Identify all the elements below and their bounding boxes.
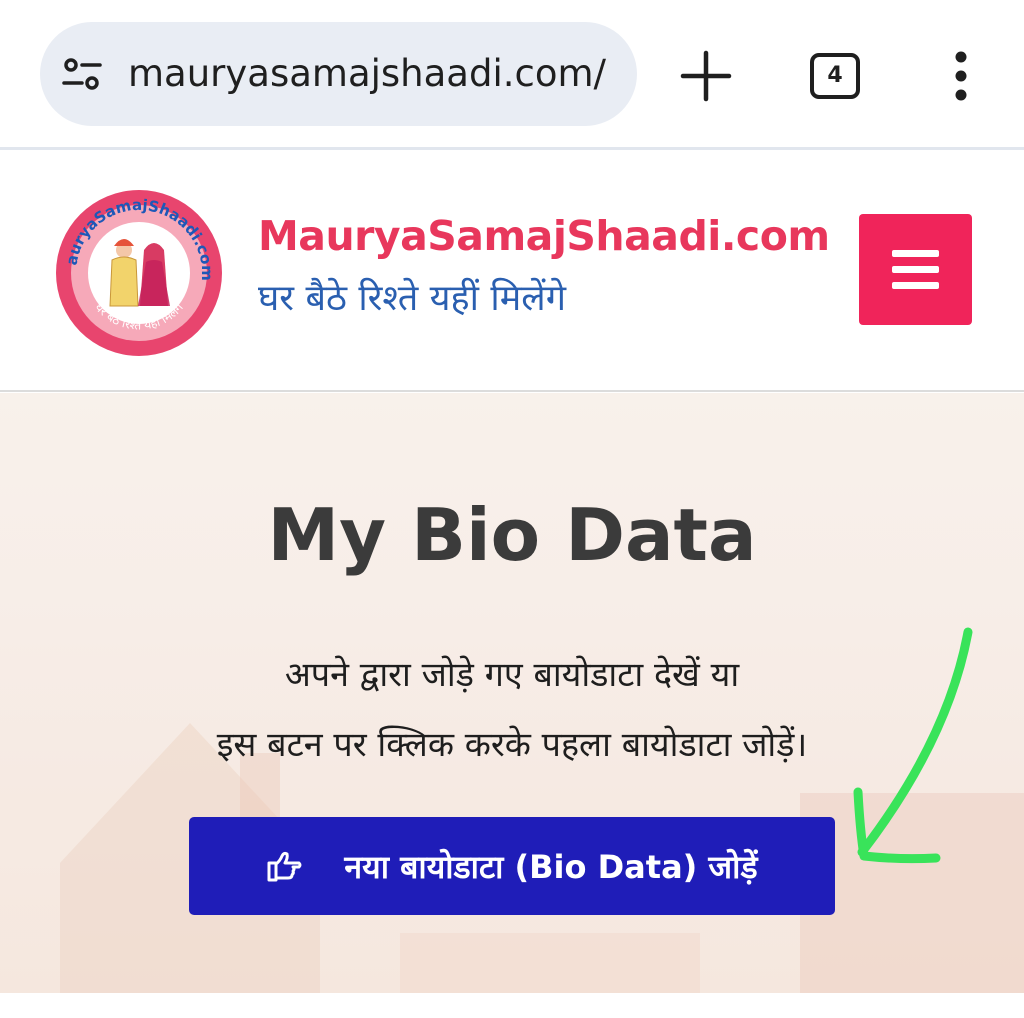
- site-title[interactable]: MauryaSamajShaadi.com: [258, 212, 830, 260]
- browser-toolbar: mauryasamajshaadi.com/ 4: [0, 0, 1024, 150]
- url-text[interactable]: mauryasamajshaadi.com/: [128, 22, 606, 126]
- add-bio-data-button[interactable]: नया बायोडाटा (Bio Data) जोड़ें: [189, 817, 835, 915]
- tab-switcher-button[interactable]: 4: [810, 53, 860, 99]
- hamburger-icon: [892, 282, 939, 289]
- menu-button[interactable]: [859, 214, 972, 325]
- page-title: My Bio Data: [267, 493, 757, 577]
- annotation-arrow-icon: [853, 627, 973, 864]
- tune-icon[interactable]: [62, 56, 102, 92]
- address-bar[interactable]: mauryasamajshaadi.com/: [40, 22, 637, 126]
- add-bio-data-button-label: नया बायोडाटा (Bio Data) जोड़ें: [344, 847, 758, 886]
- hamburger-icon: [892, 266, 939, 273]
- hamburger-icon: [892, 250, 939, 257]
- page-bottom: [0, 993, 1024, 1018]
- plus-icon[interactable]: [680, 50, 732, 102]
- hand-pointer-icon: [267, 851, 302, 882]
- site-tagline: घर बैठे रिश्ते यहीं मिलेंगे: [258, 278, 566, 319]
- more-vert-icon[interactable]: [948, 50, 974, 102]
- site-header: MauryaSamajShaadi.com घर बैठे रिश्ते यही…: [0, 150, 1024, 392]
- site-logo[interactable]: MauryaSamajShaadi.com घर बैठे रिश्ते यही…: [54, 188, 224, 358]
